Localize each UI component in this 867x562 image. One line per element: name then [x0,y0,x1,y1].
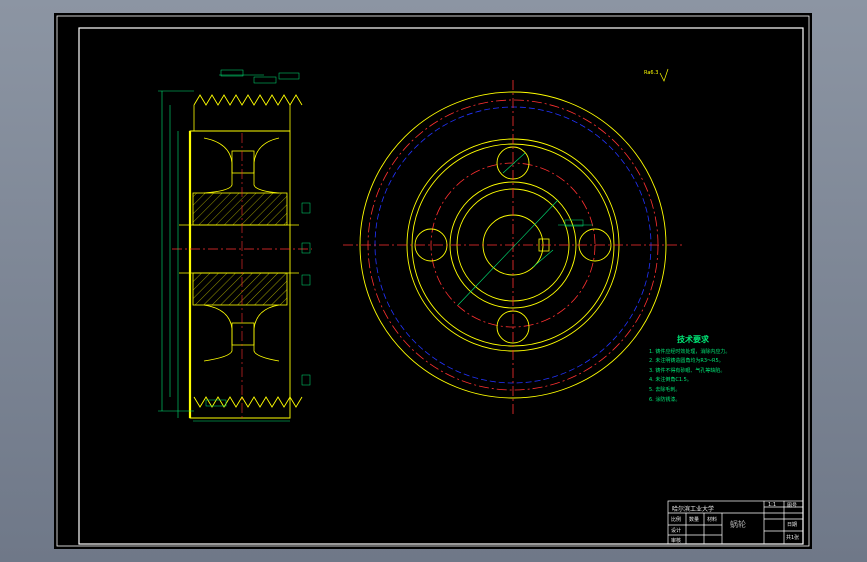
title-block-cell: 共1张 [786,535,800,541]
cad-drawing-canvas [56,15,810,547]
roughness-symbol [659,68,669,82]
requirement-item: 5. 去除毛刺。 [649,386,681,393]
hub-upper-section [192,192,288,226]
worm-teeth-bottom [193,396,303,408]
section-view [158,69,312,422]
requirement-item: 1. 铸件应经时效处理，消除内应力。 [649,348,731,355]
title-block-cell: 数量 [689,517,700,523]
drawing-viewport[interactable]: Ra6.3 技术要求 1. 铸件应经时效处理，消除内应力。 2. 未注明铸造圆角… [54,13,812,549]
technical-requirements-title: 技术要求 [677,335,709,344]
title-block-school: 哈尔滨工业大学 [672,506,715,513]
requirement-item: 6. 涂防锈漆。 [649,396,681,403]
technical-requirements: 技术要求 1. 铸件应经时效处理，消除内应力。 2. 未注明铸造圆角均为R3～R… [649,335,809,405]
worm-teeth-top [193,94,303,106]
title-block-cell: 材料 [707,517,718,523]
title-block-cell: 图号 [787,503,798,509]
title-block-cell: 比例 [671,517,682,523]
title-block-cell: 日期 [787,522,798,528]
title-block-cell: 设计 [671,528,682,534]
requirement-item: 2. 未注明铸造圆角均为R3～R5。 [649,358,724,365]
title-block-cell: 审核 [671,538,682,544]
inner-frame [78,27,804,545]
roughness-label: Ra6.3 [644,70,659,76]
requirement-item: 3. 铸件不得有砂眼、气孔等缺陷。 [649,367,726,374]
front-view [343,80,683,415]
hub-lower-section [192,272,288,306]
requirement-item: 4. 未注倒角C1.5。 [649,377,692,384]
title-block-part-name: 蜗轮 [730,520,746,529]
title-block-scale: 1:1 [768,502,777,508]
